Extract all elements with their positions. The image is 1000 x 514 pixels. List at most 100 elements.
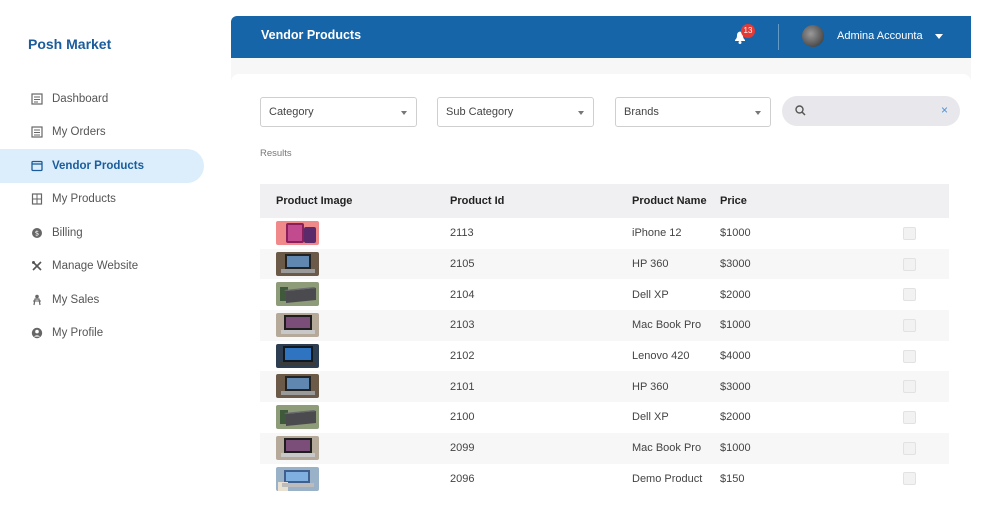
avatar[interactable] [802,25,824,47]
search-icon [795,105,806,116]
product-name: Mac Book Pro [632,442,702,455]
sidebar-nav: Dashboard My Orders Vendor Products My P… [0,82,215,350]
orders-icon [30,125,44,139]
sidebar: Posh Market Dashboard My Orders Vendor P… [0,0,215,514]
product-price: $1000 [720,227,751,240]
product-name: iPhone 12 [632,227,682,240]
table-row[interactable]: 2105 HP 360 $3000 [260,248,949,280]
sidebar-item-dashboard[interactable]: Dashboard [0,82,215,116]
table-row[interactable]: 2099 Mac Book Pro $1000 [260,432,949,464]
product-id: 2101 [450,380,475,393]
sidebar-item-vendor-products[interactable]: Vendor Products [0,149,204,183]
column-header-price[interactable]: Price [720,195,747,207]
column-header-product-name[interactable]: Product Name [632,195,707,207]
product-name: HP 360 [632,380,669,393]
svg-text:$: $ [35,229,39,237]
profile-icon [30,326,44,340]
row-checkbox[interactable] [903,318,916,332]
brand-logo-text[interactable]: Posh Market [28,36,111,52]
product-image[interactable] [276,282,319,307]
product-image[interactable] [276,221,319,245]
chevron-down-icon[interactable] [935,34,943,39]
product-image[interactable] [276,405,319,430]
sidebar-item-billing[interactable]: $ Billing [0,216,215,250]
product-name: Mac Book Pro [632,319,702,332]
close-icon[interactable]: × [941,103,948,117]
product-id: 2100 [450,411,475,424]
sub-category-select-value: Sub Category [446,106,514,118]
tools-icon [30,259,44,273]
row-checkbox[interactable] [903,257,916,271]
chevron-down-icon [755,111,761,115]
notification-button[interactable]: 13 [731,24,755,48]
sidebar-item-label: My Sales [52,293,100,306]
category-select-value: Category [269,106,314,118]
product-name: Lenovo 420 [632,350,690,363]
table-row[interactable]: 2102 Lenovo 420 $4000 [260,341,949,372]
results-label: Results [260,148,292,159]
product-image[interactable] [276,435,319,460]
product-id: 2096 [450,472,475,485]
product-name: Dell XP [632,411,669,424]
table-header: Product Image Product Id Product Name Pr… [260,184,949,218]
product-id: 2102 [450,350,475,363]
row-checkbox[interactable] [903,410,916,424]
product-name: Dell XP [632,288,669,301]
vendor-products-icon [30,159,44,173]
search-input[interactable] [812,101,932,121]
sidebar-item-my-sales[interactable]: My Sales [0,283,215,317]
sidebar-item-my-products[interactable]: My Products [0,183,215,217]
product-image[interactable] [276,251,319,276]
sidebar-item-label: My Profile [52,327,104,340]
header-divider [778,24,779,50]
table-row[interactable]: 2100 Dell XP $2000 [260,402,949,433]
product-price: $4000 [720,350,751,363]
product-name: HP 360 [632,258,669,271]
sidebar-item-my-orders[interactable]: My Orders [0,116,215,150]
column-header-product-image[interactable]: Product Image [276,195,352,207]
sidebar-item-label: My Products [52,193,116,206]
row-checkbox[interactable] [903,472,916,486]
product-price: $150 [720,472,745,485]
products-icon [30,192,44,206]
user-name[interactable]: Admina Accounta [837,30,923,42]
billing-icon: $ [30,226,44,240]
sidebar-item-label: Billing [52,226,83,239]
table-row[interactable]: 2104 Dell XP $2000 [260,279,949,310]
table-body: 2113 iPhone 12 $1000 2105 HP 360 $3000 2104 Del… [260,218,949,494]
sidebar-item-label: Dashboard [52,92,109,105]
product-id: 2099 [450,442,475,455]
product-image[interactable] [276,374,319,399]
row-checkbox[interactable] [903,441,916,455]
product-id: 2104 [450,288,475,301]
product-price: $1000 [720,442,751,455]
table-row[interactable]: 2101 HP 360 $3000 [260,371,949,403]
product-price: $2000 [720,411,751,424]
app-root: Posh Market Dashboard My Orders Vendor P… [0,0,1000,514]
table-row[interactable]: 2113 iPhone 12 $1000 [260,218,949,249]
search-box: × [782,96,960,126]
table-row[interactable]: 2103 Mac Book Pro $1000 [260,310,949,341]
sidebar-item-my-profile[interactable]: My Profile [0,317,215,351]
brands-select[interactable]: Brands [615,97,771,127]
product-name: Demo Product [632,472,703,485]
column-header-product-id[interactable]: Product Id [450,195,504,207]
row-checkbox[interactable] [903,349,916,363]
top-header: Vendor Products 13 Admina Accounta [231,16,971,58]
table-row[interactable]: 2096 Demo Product $150 [260,464,949,495]
sidebar-item-label: Vendor Products [52,159,145,172]
row-checkbox[interactable] [903,226,916,240]
row-checkbox[interactable] [903,380,916,394]
row-checkbox[interactable] [903,288,916,302]
sidebar-item-label: My Orders [52,126,106,139]
product-price: $3000 [720,380,751,393]
page-title: Vendor Products [261,28,362,42]
category-select[interactable]: Category [260,97,417,127]
product-price: $2000 [720,288,751,301]
sub-category-select[interactable]: Sub Category [437,97,594,127]
product-image[interactable] [276,466,319,491]
product-image[interactable] [276,343,319,368]
product-image[interactable] [276,313,319,338]
dashboard-icon [30,92,44,106]
sidebar-item-manage-website[interactable]: Manage Website [0,250,215,284]
